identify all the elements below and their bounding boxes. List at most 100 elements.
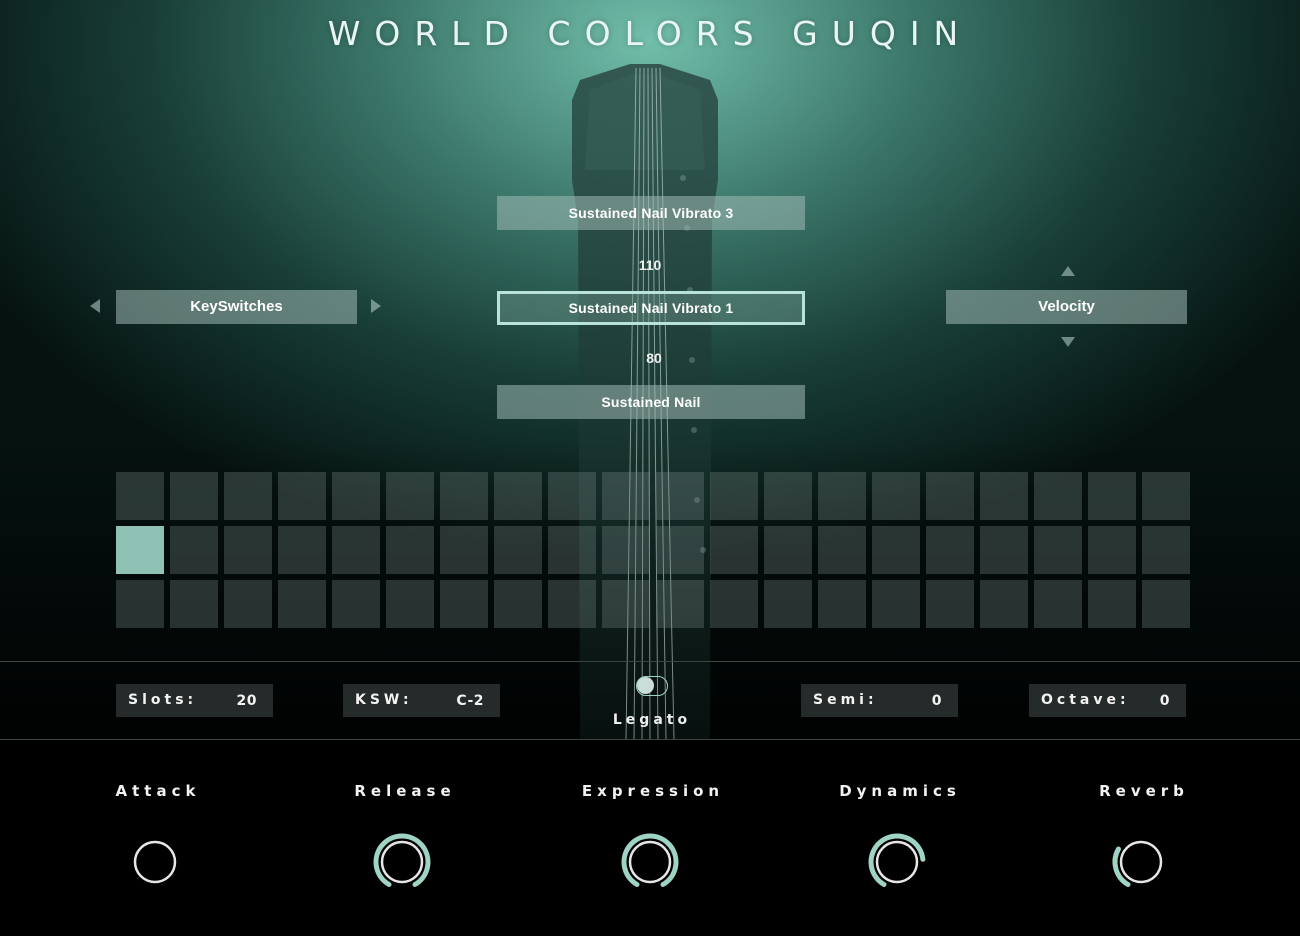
slots-label: Slots:: [128, 692, 198, 708]
slot-cell[interactable]: [602, 472, 650, 520]
slot-cell[interactable]: [1034, 472, 1082, 520]
slot-cell[interactable]: [656, 580, 704, 628]
slot-cell[interactable]: [710, 472, 758, 520]
slot-cell[interactable]: [494, 526, 542, 574]
slot-cell[interactable]: [1142, 472, 1190, 520]
articulation-lower-value: 80: [646, 350, 662, 366]
slot-cell[interactable]: [278, 580, 326, 628]
attack-label: Attack: [115, 782, 201, 800]
slots-value: 20: [236, 693, 257, 709]
velocity-down-arrow-icon[interactable]: [1061, 337, 1075, 347]
slot-cell[interactable]: [116, 472, 164, 520]
slot-cell[interactable]: [548, 526, 596, 574]
slot-cell[interactable]: [980, 580, 1028, 628]
slot-cell[interactable]: [440, 580, 488, 628]
semi-value: 0: [931, 693, 942, 709]
slot-grid: [116, 472, 1190, 628]
articulation-selected[interactable]: Sustained Nail Vibrato 1: [497, 291, 805, 325]
slot-cell[interactable]: [224, 472, 272, 520]
slot-cell[interactable]: [872, 526, 920, 574]
slot-cell[interactable]: [440, 472, 488, 520]
slot-cell[interactable]: [170, 472, 218, 520]
release-knob[interactable]: [370, 830, 434, 894]
legato-label: Legato: [612, 712, 692, 728]
slot-cell[interactable]: [818, 472, 866, 520]
slot-cell[interactable]: [818, 580, 866, 628]
ksw-field[interactable]: KSW: C-2: [343, 684, 500, 717]
slot-cell[interactable]: [656, 472, 704, 520]
slot-cell[interactable]: [980, 526, 1028, 574]
articulation-lower[interactable]: Sustained Nail: [497, 385, 805, 419]
articulation-upper-value: 110: [638, 257, 662, 273]
dynamics-knob[interactable]: [865, 830, 929, 894]
expression-knob[interactable]: [618, 830, 682, 894]
slot-cell[interactable]: [1142, 526, 1190, 574]
slot-cell[interactable]: [548, 472, 596, 520]
velocity-selector[interactable]: Velocity: [946, 290, 1187, 324]
slot-cell[interactable]: [494, 580, 542, 628]
slot-cell[interactable]: [1088, 472, 1136, 520]
semi-field[interactable]: Semi: 0: [801, 684, 958, 717]
slot-cell[interactable]: [602, 526, 650, 574]
slot-cell[interactable]: [764, 526, 812, 574]
divider-bottom: [0, 739, 1300, 740]
slot-cell[interactable]: [1088, 526, 1136, 574]
app-title: WORLD COLORS GUQIN: [327, 14, 973, 53]
slot-cell[interactable]: [386, 526, 434, 574]
slot-cell[interactable]: [818, 526, 866, 574]
slot-cell[interactable]: [332, 472, 380, 520]
ksw-label: KSW:: [355, 692, 413, 708]
slot-cell[interactable]: [494, 472, 542, 520]
slot-cell[interactable]: [710, 580, 758, 628]
slot-cell[interactable]: [926, 526, 974, 574]
slot-cell[interactable]: [386, 580, 434, 628]
slot-cell[interactable]: [872, 580, 920, 628]
keyswitches-next-arrow-icon[interactable]: [371, 299, 381, 313]
slot-cell[interactable]: [116, 580, 164, 628]
slot-cell[interactable]: [656, 526, 704, 574]
slot-cell[interactable]: [1034, 526, 1082, 574]
slot-cell[interactable]: [278, 472, 326, 520]
slot-cell[interactable]: [332, 580, 380, 628]
slot-cell[interactable]: [764, 580, 812, 628]
slots-field[interactable]: Slots: 20: [116, 684, 273, 717]
slot-cell[interactable]: [602, 580, 650, 628]
velocity-up-arrow-icon[interactable]: [1061, 266, 1075, 276]
slot-cell[interactable]: [1088, 580, 1136, 628]
slot-cell[interactable]: [170, 526, 218, 574]
slot-cell[interactable]: [440, 526, 488, 574]
octave-label: Octave:: [1041, 692, 1130, 708]
slot-cell[interactable]: [224, 580, 272, 628]
articulation-upper[interactable]: Sustained Nail Vibrato 3: [497, 196, 805, 230]
semi-label: Semi:: [813, 692, 878, 708]
reverb-label: Reverb: [1099, 782, 1189, 800]
divider-top: [0, 661, 1300, 662]
keyswitches-prev-arrow-icon[interactable]: [90, 299, 100, 313]
slot-cell[interactable]: [224, 526, 272, 574]
dynamics-label: Dynamics: [839, 782, 961, 800]
slot-cell[interactable]: [386, 472, 434, 520]
slot-cell[interactable]: [170, 580, 218, 628]
slot-cell[interactable]: [872, 472, 920, 520]
slot-cell[interactable]: [1142, 580, 1190, 628]
octave-field[interactable]: Octave: 0: [1029, 684, 1186, 717]
legato-toggle[interactable]: [636, 676, 668, 696]
ksw-value: C-2: [456, 693, 484, 709]
slot-cell[interactable]: [1034, 580, 1082, 628]
slot-cell[interactable]: [332, 526, 380, 574]
keyswitches-selector[interactable]: KeySwitches: [116, 290, 357, 324]
slot-cell[interactable]: [926, 580, 974, 628]
legato-toggle-knob: [637, 677, 654, 694]
slot-cell[interactable]: [548, 580, 596, 628]
attack-knob[interactable]: [123, 830, 187, 894]
slot-cell[interactable]: [926, 472, 974, 520]
reverb-knob[interactable]: [1109, 830, 1173, 894]
slot-cell[interactable]: [710, 526, 758, 574]
slot-cell[interactable]: [764, 472, 812, 520]
expression-label: Expression: [581, 782, 725, 800]
release-label: Release: [354, 782, 456, 800]
slot-cell[interactable]: [116, 526, 164, 574]
slot-cell[interactable]: [278, 526, 326, 574]
slot-cell[interactable]: [980, 472, 1028, 520]
octave-value: 0: [1159, 693, 1170, 709]
